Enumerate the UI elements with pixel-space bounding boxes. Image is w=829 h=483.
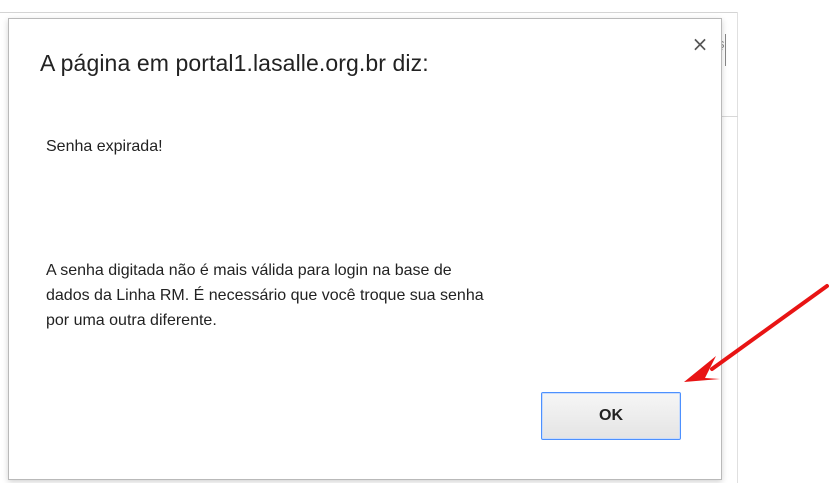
- message-line-1: A senha digitada não é mais válida para …: [46, 262, 452, 279]
- background-text-caret: [725, 34, 726, 66]
- close-icon[interactable]: ×: [689, 33, 711, 55]
- page-divider: [722, 116, 738, 117]
- dialog-title: A página em portal1.lasalle.org.br diz:: [40, 50, 429, 76]
- message-headline: Senha expirada!: [46, 138, 163, 155]
- page-border-top: [0, 12, 738, 13]
- message-line-2: dados da Linha RM. É necessário que você…: [46, 287, 484, 304]
- page-border-right: [737, 12, 738, 483]
- ok-button[interactable]: OK: [541, 392, 681, 440]
- annotation-arrow-shaft: [710, 284, 829, 371]
- message-line-3: por uma outra diferente.: [46, 312, 217, 329]
- alert-dialog: A página em portal1.lasalle.org.br diz: …: [8, 18, 722, 480]
- screen: ş A página em portal1.lasalle.org.br diz…: [0, 0, 829, 483]
